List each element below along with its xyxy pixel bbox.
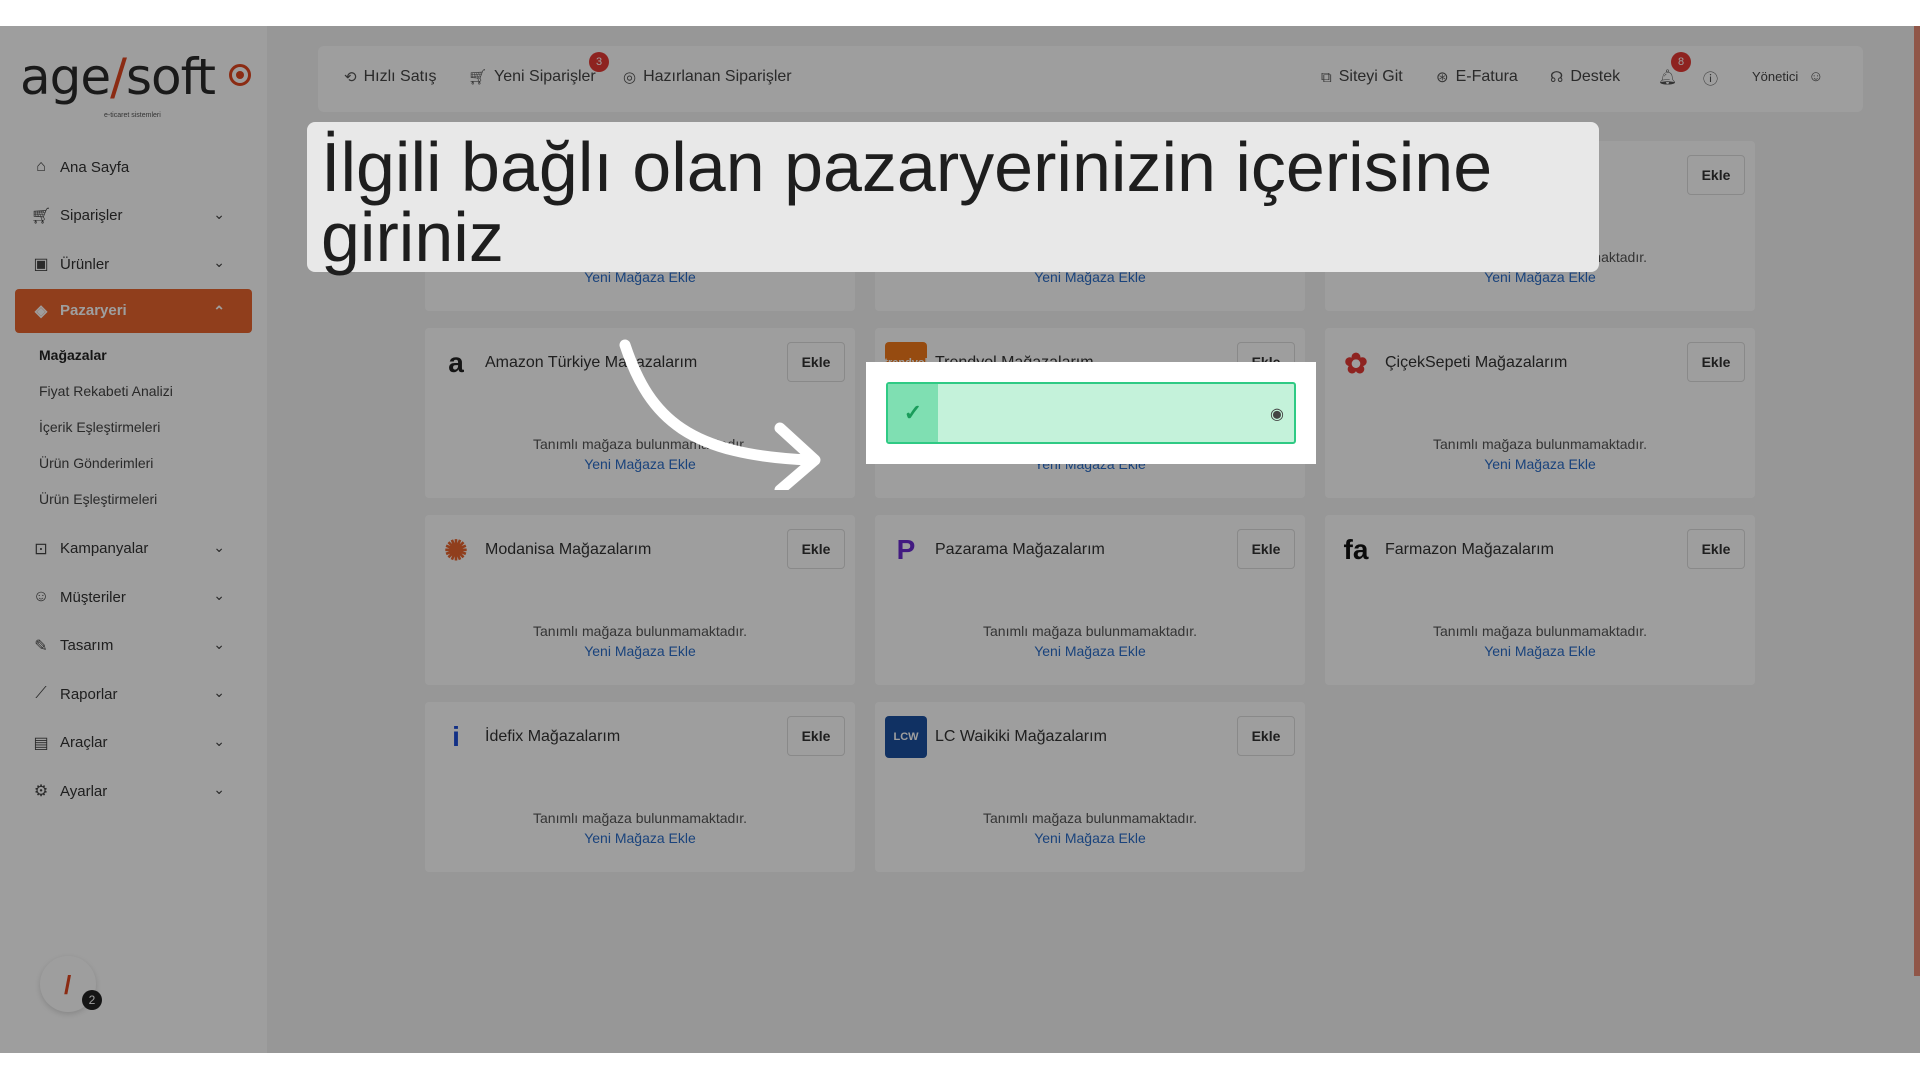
tutorial-highlight: ✓ ◉ — [866, 362, 1316, 464]
trendyol-store-row[interactable]: ✓ ◉ — [886, 382, 1296, 444]
check-icon: ✓ — [888, 384, 938, 442]
tutorial-callout: İlgili bağlı olan pazaryerinizin içerisi… — [307, 122, 1599, 272]
eye-icon[interactable]: ◉ — [1270, 404, 1284, 424]
tutorial-callout-text: İlgili bağlı olan pazaryerinizin içerisi… — [321, 128, 1493, 276]
tutorial-arrow-icon — [619, 339, 821, 490]
